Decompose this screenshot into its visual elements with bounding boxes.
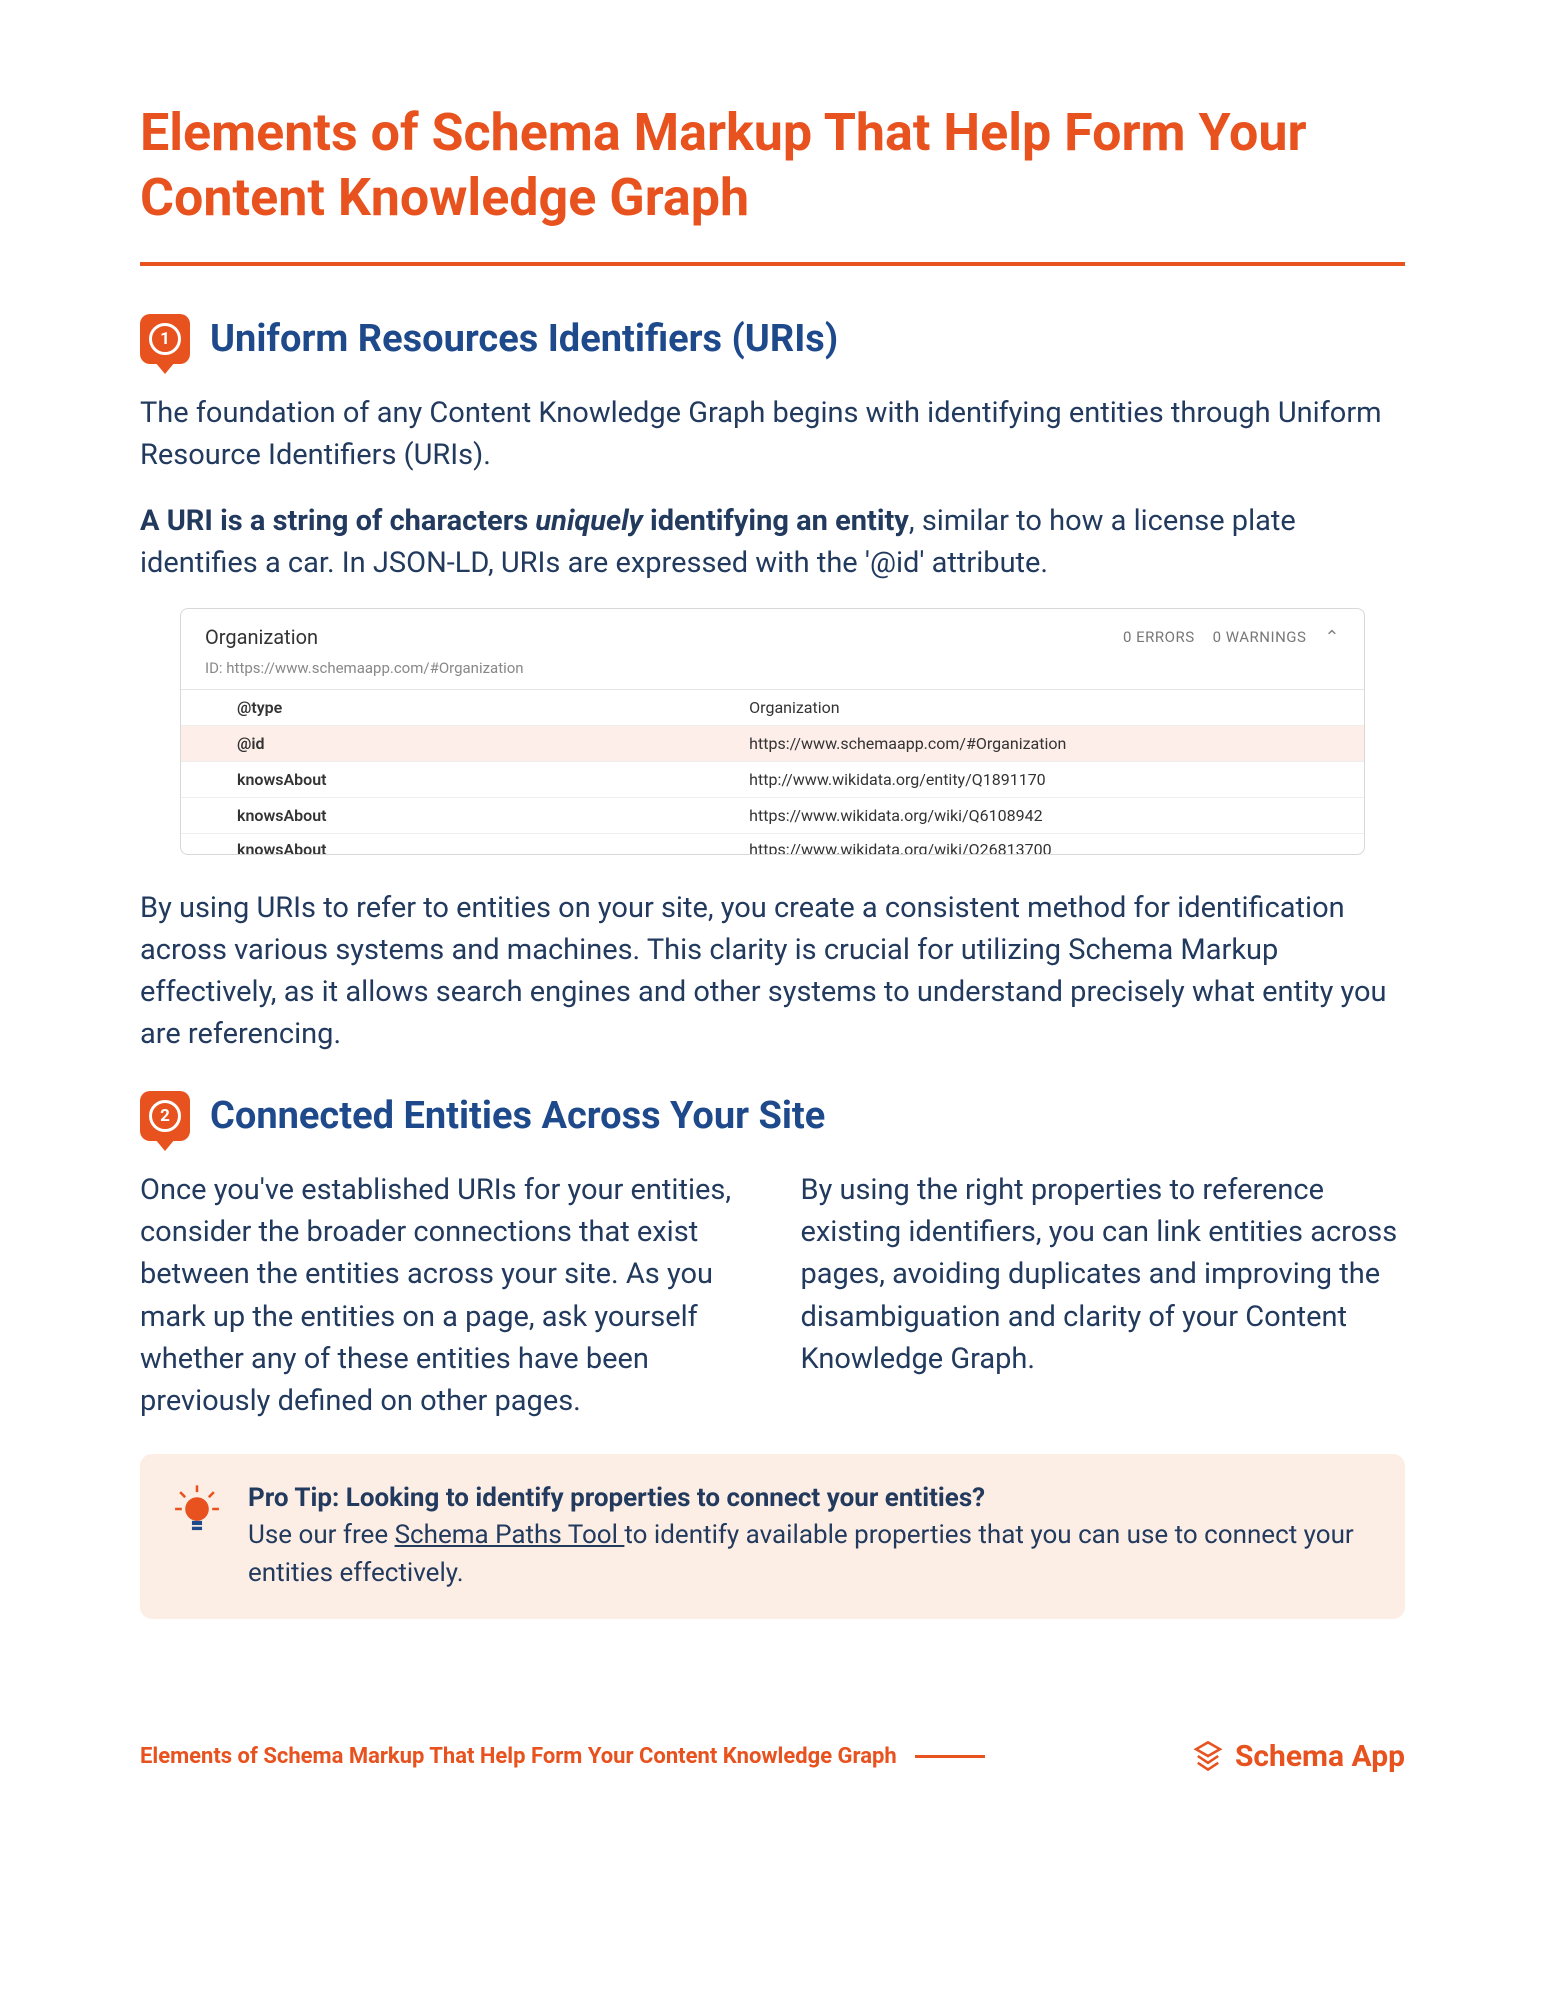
p2-bold: A URI is a string of characters (140, 504, 535, 538)
page-title: Elements of Schema Markup That Help Form… (140, 100, 1405, 230)
section-1-title: Uniform Resources Identifiers (URIs) (210, 317, 838, 361)
table-val: https://www.wikidata.org/wiki/Q26813700 (725, 834, 1364, 854)
table-val: https://www.wikidata.org/wiki/Q6108942 (725, 798, 1364, 833)
table-val: Organization (725, 690, 1364, 725)
table-row: @type Organization (181, 690, 1364, 726)
table-org-label: Organization (205, 625, 318, 649)
section-1-p2: A URI is a string of characters uniquely… (140, 500, 1405, 584)
footer-text: Elements of Schema Markup That Help Form… (140, 1744, 897, 1769)
pro-tip-box: Pro Tip: Looking to identify properties … (140, 1454, 1405, 1619)
table-row: knowsAbout https://www.wikidata.org/wiki… (181, 834, 1364, 854)
table-row: @id https://www.schemaapp.com/#Organizat… (181, 726, 1364, 762)
brand-icon (1191, 1739, 1225, 1773)
pro-tip-pre: Use our free (248, 1520, 395, 1550)
p2-bold2: identifying an entity (643, 504, 909, 538)
section-2-title: Connected Entities Across Your Site (210, 1094, 825, 1138)
lightbulb-icon (170, 1482, 224, 1540)
table-key: knowsAbout (181, 762, 725, 797)
table-status: 0 ERRORS 0 WARNINGS ⌃ (1123, 627, 1340, 648)
table-key: knowsAbout (181, 834, 725, 854)
table-val: http://www.wikidata.org/entity/Q1891170 (725, 762, 1364, 797)
footer-line (915, 1755, 985, 1758)
collapse-icon[interactable]: ⌃ (1324, 627, 1340, 648)
section-1-p3: By using URIs to refer to entities on yo… (140, 887, 1405, 1055)
table-row: knowsAbout https://www.wikidata.org/wiki… (181, 798, 1364, 834)
badge-1: 1 (140, 314, 190, 364)
badge-1-number: 1 (149, 323, 181, 355)
section-1-head: 1 Uniform Resources Identifiers (URIs) (140, 314, 1405, 364)
section-2-col1: Once you've established URIs for your en… (140, 1169, 745, 1421)
warnings-count: 0 WARNINGS (1213, 628, 1307, 646)
title-rule (140, 262, 1405, 266)
p2-bolditalic: uniquely (535, 504, 642, 538)
errors-count: 0 ERRORS (1123, 628, 1195, 646)
schema-paths-link[interactable]: Schema Paths Tool (395, 1520, 625, 1550)
table-key: @id (181, 726, 725, 761)
table-id: ID: https://www.schemaapp.com/#Organizat… (181, 655, 1364, 690)
table-val: https://www.schemaapp.com/#Organization (725, 726, 1364, 761)
brand-logo: Schema App (1191, 1739, 1405, 1774)
badge-2-number: 2 (149, 1100, 181, 1132)
brand-name: Schema App (1235, 1739, 1405, 1774)
section-2-col2: By using the right properties to referen… (801, 1169, 1406, 1421)
table-key: @type (181, 690, 725, 725)
badge-2: 2 (140, 1091, 190, 1141)
pro-tip-title: Pro Tip: Looking to identify properties … (248, 1480, 1375, 1518)
page-footer: Elements of Schema Markup That Help Form… (140, 1739, 1405, 1774)
table-key: knowsAbout (181, 798, 725, 833)
section-2-columns: Once you've established URIs for your en… (140, 1169, 1405, 1421)
table-header: Organization 0 ERRORS 0 WARNINGS ⌃ (181, 609, 1364, 655)
schema-table: Organization 0 ERRORS 0 WARNINGS ⌃ ID: h… (180, 608, 1365, 855)
section-2-head: 2 Connected Entities Across Your Site (140, 1091, 1405, 1141)
pro-tip-body: Pro Tip: Looking to identify properties … (248, 1480, 1375, 1593)
section-1-p1: The foundation of any Content Knowledge … (140, 392, 1405, 476)
table-row: knowsAbout http://www.wikidata.org/entit… (181, 762, 1364, 798)
